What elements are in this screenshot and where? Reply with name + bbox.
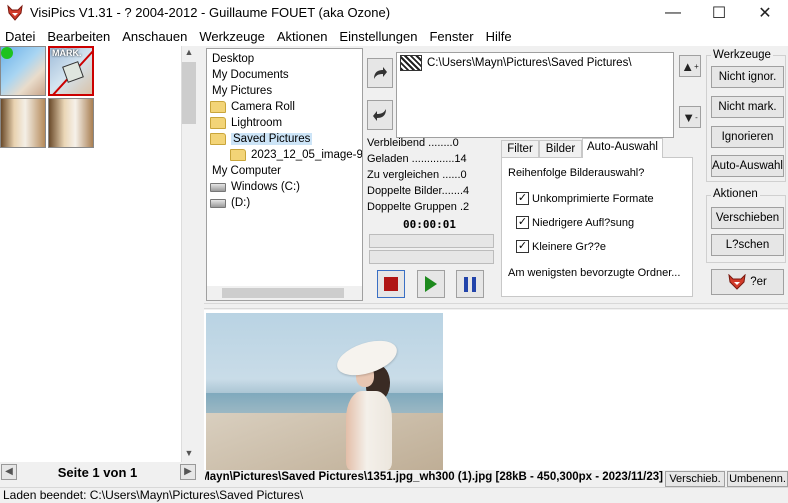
tab-auto-select[interactable]: Auto-Auswahl bbox=[582, 138, 663, 158]
stat-to-compare: Zu vergleichen ......0 bbox=[367, 169, 467, 181]
auto-select-panel: Reihenfolge Bilderauswahl? ✓ Unkomprimie… bbox=[501, 157, 693, 297]
actions-group-title: Aktionen bbox=[711, 188, 760, 200]
stat-duplicate-groups: Doppelte Gruppen .2 bbox=[367, 201, 470, 213]
stop-icon bbox=[384, 277, 398, 291]
move-up-button[interactable]: ▲ + bbox=[679, 55, 701, 77]
preview-image[interactable] bbox=[206, 313, 443, 470]
menu-bearbeiten[interactable]: Bearbeiten bbox=[42, 26, 117, 46]
page-indicator: Seite 1 von 1 bbox=[57, 465, 138, 480]
scroll-up-arrow-icon[interactable]: ▲ bbox=[181, 47, 197, 61]
drive-icon bbox=[210, 182, 226, 192]
least-preferred-folders-link[interactable]: Am wenigsten bevorzugte Ordner... bbox=[508, 267, 680, 279]
stat-loaded: Geladen ..............14 bbox=[367, 153, 467, 165]
menu-fenster[interactable]: Fenster bbox=[424, 26, 480, 46]
minimize-button[interactable]: — bbox=[650, 0, 696, 26]
rename-image-button[interactable]: Umbenenn. bbox=[727, 471, 788, 487]
move-down-button[interactable]: ▼ - bbox=[679, 106, 701, 128]
option-lower-resolution: Niedrigere Aufl?sung bbox=[532, 217, 635, 229]
photo-beach bbox=[206, 413, 443, 470]
elapsed-timer: 00:00:01 bbox=[403, 218, 456, 231]
auto-select-button[interactable]: Auto-Auswahl bbox=[711, 155, 784, 177]
checkbox-lower-resolution[interactable]: ✓ bbox=[516, 216, 529, 229]
stat-remaining: Verbleibend ........0 bbox=[367, 137, 459, 149]
menu-aktionen[interactable]: Aktionen bbox=[272, 26, 335, 46]
menu-werkzeuge[interactable]: Werkzeuge bbox=[194, 26, 272, 46]
open-folder-icon bbox=[210, 133, 226, 145]
tree-item-my-documents[interactable]: My Documents bbox=[212, 67, 289, 83]
checkered-flag-icon bbox=[400, 55, 422, 71]
checkbox-uncompressed[interactable]: ✓ bbox=[516, 192, 529, 205]
tools-group-title: Werkzeuge bbox=[711, 49, 773, 61]
ignore-button[interactable]: Ignorieren bbox=[711, 126, 784, 148]
menu-einstellungen[interactable]: Einstellungen bbox=[334, 26, 424, 46]
play-button[interactable] bbox=[417, 270, 445, 298]
thumbnail-image-marked[interactable]: MARK. bbox=[48, 46, 94, 96]
next-page-button[interactable]: ▶ bbox=[180, 464, 196, 480]
remove-folder-button[interactable] bbox=[367, 100, 393, 130]
app-fox-icon bbox=[7, 4, 23, 21]
fox-action-button[interactable]: ?er bbox=[711, 269, 784, 295]
status-text: Laden beendet: C:\Users\Mayn\Pictures\Sa… bbox=[3, 488, 304, 502]
menu-datei[interactable]: Datei bbox=[0, 26, 42, 46]
thumbnail-image[interactable] bbox=[48, 98, 94, 148]
drive-icon bbox=[210, 198, 226, 208]
maximize-button[interactable]: ☐ bbox=[696, 0, 742, 26]
option-uncompressed: Unkomprimierte Formate bbox=[532, 193, 654, 205]
menu-hilfe[interactable]: Hilfe bbox=[481, 26, 519, 46]
pause-icon bbox=[464, 276, 476, 292]
image-info-text: C:\Users\Mayn\Pictures\Saved Pictures\13… bbox=[205, 471, 663, 483]
tree-item-my-computer[interactable]: My Computer bbox=[212, 163, 281, 179]
tree-item-saved-pictures[interactable]: Saved Pictures bbox=[210, 131, 313, 147]
unignore-button[interactable]: Nicht ignor. bbox=[711, 66, 784, 88]
tree-item-camera-roll[interactable]: Camera Roll bbox=[210, 99, 295, 115]
pause-button[interactable] bbox=[456, 270, 484, 298]
marked-delete-icon bbox=[52, 50, 92, 94]
window-title: VisiPics V1.31 - ? 2004-2012 - Guillaume… bbox=[30, 5, 391, 20]
close-button[interactable]: ✕ bbox=[742, 0, 788, 26]
thumbnail-image[interactable] bbox=[0, 46, 46, 96]
checkbox-smaller-size[interactable]: ✓ bbox=[516, 240, 529, 253]
unmark-button[interactable]: Nicht mark. bbox=[711, 96, 784, 118]
tree-item-desktop[interactable]: Desktop bbox=[212, 51, 254, 67]
original-marker-icon bbox=[1, 47, 13, 59]
folder-icon bbox=[210, 117, 226, 129]
tab-images[interactable]: Bilder bbox=[539, 140, 582, 158]
scrollbar-thumb[interactable] bbox=[182, 62, 196, 124]
thumbnail-image[interactable] bbox=[0, 98, 46, 148]
thumbnail-panel: MARK. bbox=[0, 46, 197, 462]
arrow-left-icon bbox=[373, 109, 386, 121]
folder-icon bbox=[210, 101, 226, 113]
option-smaller-size: Kleinere Gr??e bbox=[532, 241, 606, 253]
previous-page-button[interactable]: ◀ bbox=[1, 464, 17, 480]
arrow-right-icon bbox=[374, 67, 387, 79]
scroll-down-arrow-icon[interactable]: ▼ bbox=[181, 448, 197, 462]
play-icon bbox=[425, 276, 437, 292]
folder-tree[interactable]: Desktop My Documents My Pictures Camera … bbox=[206, 48, 363, 301]
photo-figure bbox=[346, 391, 392, 470]
scan-folder-item[interactable]: C:\Users\Mayn\Pictures\Saved Pictures\ bbox=[400, 55, 632, 71]
stop-button[interactable] bbox=[377, 270, 405, 298]
tree-scrollbar-thumb[interactable] bbox=[222, 288, 344, 298]
folder-icon bbox=[230, 149, 246, 161]
tree-item-subfolder[interactable]: 2023_12_05_image-96 bbox=[230, 147, 362, 163]
add-folder-button[interactable] bbox=[367, 58, 393, 88]
progress-bar-load bbox=[369, 234, 494, 248]
delete-files-button[interactable]: L?schen bbox=[711, 234, 784, 256]
menu-anschauen[interactable]: Anschauen bbox=[117, 26, 194, 46]
panel-splitter[interactable] bbox=[204, 303, 788, 309]
photo-sea bbox=[206, 393, 443, 415]
tree-item-drive-c[interactable]: Windows (C:) bbox=[210, 179, 300, 195]
menu-bar: Datei Bearbeiten Anschauen Werkzeuge Akt… bbox=[0, 26, 788, 46]
stat-duplicates: Doppelte Bilder.......4 bbox=[367, 185, 470, 197]
fox-icon bbox=[728, 274, 746, 290]
tree-item-my-pictures[interactable]: My Pictures bbox=[212, 83, 272, 99]
tree-item-drive-d[interactable]: (D:) bbox=[210, 195, 250, 211]
tree-item-lightroom[interactable]: Lightroom bbox=[210, 115, 282, 131]
move-image-button[interactable]: Verschieb. bbox=[665, 471, 725, 487]
progress-bar-compare bbox=[369, 250, 494, 264]
tab-filter[interactable]: Filter bbox=[501, 140, 539, 158]
move-files-button[interactable]: Verschieben bbox=[711, 207, 784, 229]
order-question: Reihenfolge Bilderauswahl? bbox=[508, 167, 645, 179]
